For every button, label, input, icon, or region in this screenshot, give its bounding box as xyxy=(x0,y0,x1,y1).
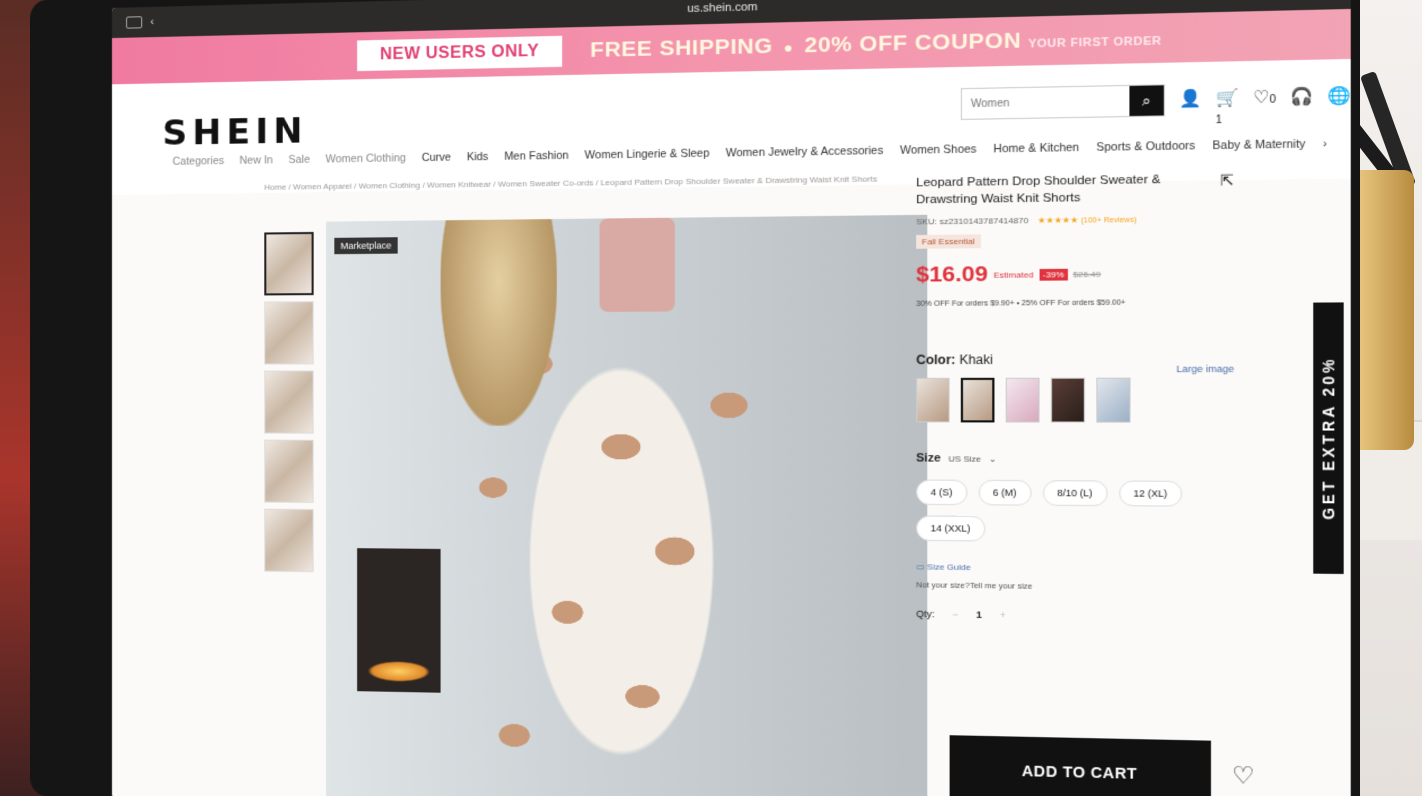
category-nav: Categories New In Sale Women Clothing Cu… xyxy=(173,138,1328,168)
size-option-6m[interactable]: 6 (M) xyxy=(978,479,1032,506)
product-main-image[interactable]: Marketplace xyxy=(326,214,928,796)
nav-categories[interactable]: Categories xyxy=(173,155,225,168)
color-value: Khaki xyxy=(959,352,994,368)
address-bar[interactable]: us.shein.com xyxy=(687,1,757,15)
rating-stars-icon: ★★★★★ xyxy=(1037,215,1079,226)
model-phone xyxy=(599,217,675,312)
thumbnail[interactable] xyxy=(264,370,314,434)
sidebar-icon[interactable] xyxy=(126,16,143,29)
color-swatch-selected[interactable] xyxy=(960,377,995,423)
thumbnail[interactable] xyxy=(264,301,314,365)
large-image-link[interactable]: Large image xyxy=(1176,363,1234,374)
plus-icon[interactable]: + xyxy=(1000,610,1006,621)
thumbnail[interactable] xyxy=(264,508,314,573)
nav-men-fashion[interactable]: Men Fashion xyxy=(504,150,568,163)
promo-coupon-sub: YOUR FIRST ORDER xyxy=(1028,34,1162,51)
product-title: Leopard Pattern Drop Shoulder Sweater & … xyxy=(916,173,1161,206)
nav-new-in[interactable]: New In xyxy=(239,154,272,167)
nav-baby-maternity[interactable]: Baby & Maternity xyxy=(1213,138,1306,152)
nav-women-shoes[interactable]: Women Shoes xyxy=(900,143,977,157)
nav-curve[interactable]: Curve xyxy=(422,151,451,164)
search-input[interactable] xyxy=(961,85,1130,119)
fireplace-flames xyxy=(367,660,431,683)
nav-women-clothing[interactable]: Women Clothing xyxy=(326,152,406,166)
get-extra-tab[interactable]: GET EXTRA 20% xyxy=(1313,302,1344,574)
price-row: $16.09 Estimated -39% $26.49 xyxy=(916,260,1257,288)
shein-logo[interactable]: SHEIN xyxy=(162,111,307,154)
model-hair xyxy=(440,219,557,426)
cart-icon[interactable]: 🛒1 xyxy=(1216,87,1240,128)
color-swatch[interactable] xyxy=(1005,377,1040,423)
color-swatch[interactable] xyxy=(1096,377,1131,423)
size-option-12xl[interactable]: 12 (XL) xyxy=(1118,480,1183,507)
chevron-down-icon[interactable]: ⌄ xyxy=(989,454,997,464)
qty-value[interactable]: 1 xyxy=(976,609,982,620)
size-option-8-10l[interactable]: 8/10 (L) xyxy=(1042,480,1108,507)
header-icons: 👤 🛒1 ♡0 🎧 🌐 xyxy=(1179,85,1351,129)
monitor-bezel: ‹ us.shein.com NEW USERS ONLY FREE SHIPP… xyxy=(30,0,1361,796)
thumbnail[interactable] xyxy=(264,231,314,296)
share-icon[interactable]: ⇱ xyxy=(1220,171,1234,190)
cart-count: 1 xyxy=(1215,114,1222,127)
thumbnail-list xyxy=(264,231,318,578)
new-users-label: NEW USERS ONLY xyxy=(357,35,563,72)
heart-icon[interactable]: ♡0 xyxy=(1253,86,1276,127)
color-swatch[interactable] xyxy=(916,377,950,423)
nav-sale[interactable]: Sale xyxy=(288,154,310,167)
nav-kids[interactable]: Kids xyxy=(467,151,489,164)
discount-badge: -39% xyxy=(1039,268,1068,281)
search-icon[interactable]: ⌕ xyxy=(1129,85,1164,117)
marketplace-badge: Marketplace xyxy=(334,237,398,255)
monitor-screen: ‹ us.shein.com NEW USERS ONLY FREE SHIPP… xyxy=(111,0,1351,796)
headset-icon[interactable]: 🎧 xyxy=(1290,86,1313,128)
quantity-stepper: Qty: − 1 + xyxy=(916,609,1257,624)
globe-icon[interactable]: 🌐 xyxy=(1327,85,1350,127)
sale-price: $16.09 xyxy=(916,261,988,287)
size-guide-link[interactable]: ▭ Size Guide xyxy=(916,562,1257,575)
nav-next-icon[interactable]: › xyxy=(1323,138,1327,151)
search-box[interactable]: ⌕ xyxy=(960,84,1165,120)
not-your-size-link[interactable]: Not your size?Tell me your size xyxy=(916,580,1257,594)
review-count[interactable]: (100+ Reviews) xyxy=(1081,217,1137,225)
wishlist-heart-icon[interactable]: ♡ xyxy=(1232,762,1255,791)
size-label: Size US Size ⌄ xyxy=(916,452,997,465)
color-swatch[interactable] xyxy=(1050,377,1085,423)
minus-icon[interactable]: − xyxy=(952,609,958,620)
thumbnail[interactable] xyxy=(264,439,314,503)
promo-free-shipping: FREE SHIPPING ● 20% OFF COUPON YOUR FIRST O… xyxy=(590,28,1162,63)
fall-essential-tag: Fall Essential xyxy=(916,234,981,249)
user-icon[interactable]: 👤 xyxy=(1179,88,1202,129)
bullet-icon: ● xyxy=(783,38,794,56)
qty-label: Qty: xyxy=(916,608,935,620)
size-options: 4 (S) 6 (M) 8/10 (L) 12 (XL) 14 (XXL) xyxy=(916,479,1188,544)
wishlist-count: 0 xyxy=(1269,93,1277,107)
promo-coupon: 20% OFF COUPON xyxy=(804,28,1022,58)
nav-women-jewelry[interactable]: Women Jewelry & Accessories xyxy=(726,145,883,160)
nav-home-kitchen[interactable]: Home & Kitchen xyxy=(993,141,1079,155)
cart-row: ADD TO CART ♡ xyxy=(949,735,1255,796)
add-to-cart-button[interactable]: ADD TO CART xyxy=(949,735,1211,796)
size-option-4s[interactable]: 4 (S) xyxy=(916,479,967,506)
product-sku: SKU: sz2310143787414870 ★★★★★ (100+ Revi… xyxy=(916,215,1137,227)
color-swatches xyxy=(916,377,1257,423)
back-icon[interactable]: ‹ xyxy=(150,16,154,28)
bulk-discount-line[interactable]: 30% OFF For orders $9.90+ • 25% OFF For … xyxy=(916,299,1257,308)
breadcrumb[interactable]: Home / Women Apparel / Women Clothing / … xyxy=(264,174,877,192)
ruler-icon: ▭ xyxy=(916,562,925,572)
estimated-label: Estimated xyxy=(993,269,1034,280)
photo-scene: ‹ us.shein.com NEW USERS ONLY FREE SHIPP… xyxy=(0,0,1422,796)
size-option-14xxl[interactable]: 14 (XXL) xyxy=(916,515,985,542)
nav-women-lingerie[interactable]: Women Lingerie & Sleep xyxy=(585,147,710,161)
nav-sports-outdoors[interactable]: Sports & Outdoors xyxy=(1096,140,1195,154)
size-system-select[interactable]: US Size xyxy=(949,454,981,464)
product-info: Leopard Pattern Drop Shoulder Sweater & … xyxy=(916,171,1257,624)
original-price: $26.49 xyxy=(1073,269,1101,279)
